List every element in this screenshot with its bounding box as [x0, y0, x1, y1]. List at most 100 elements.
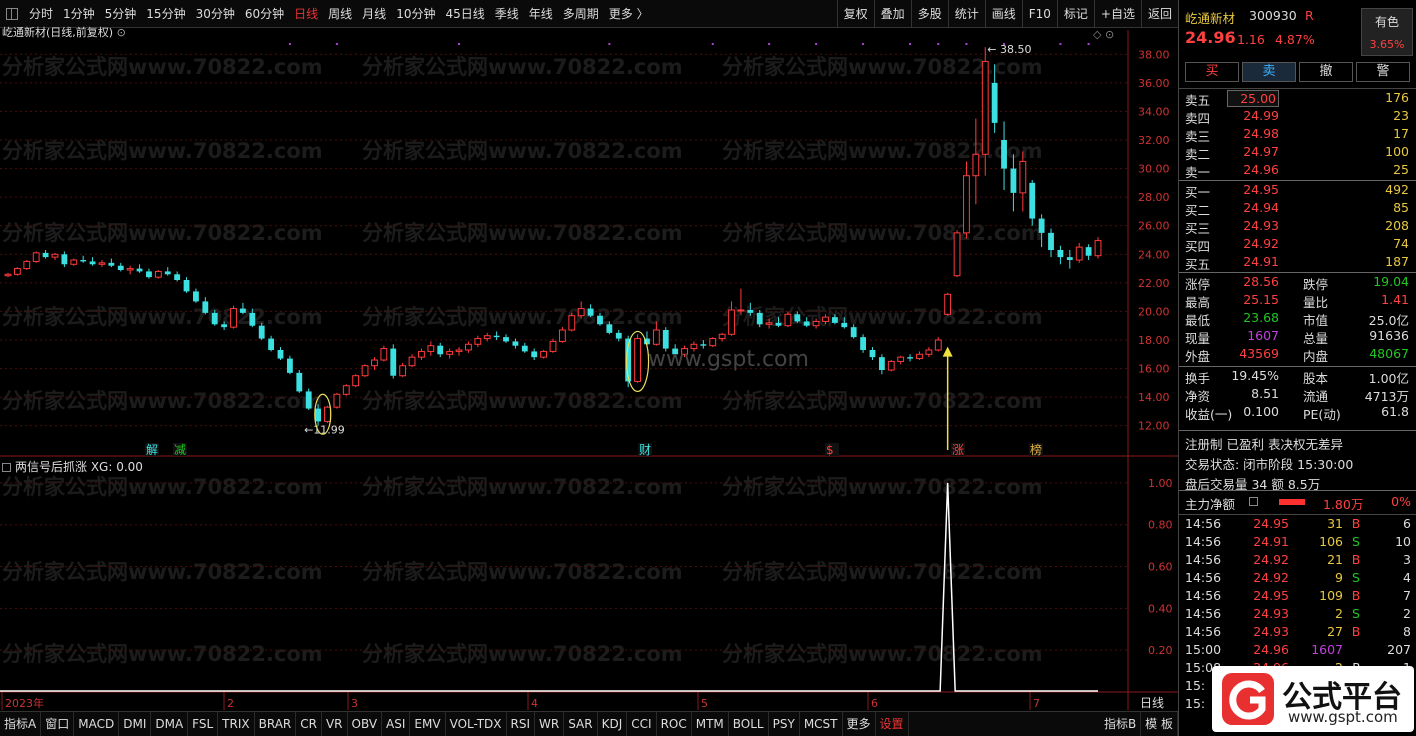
- stat-label: 跌停: [1303, 277, 1329, 292]
- stat-value: 43569: [1239, 346, 1279, 361]
- indicator-tab-3[interactable]: DMI: [119, 711, 152, 736]
- indicator-tab-6[interactable]: TRIX: [218, 711, 255, 736]
- stat-value: 48067: [1369, 346, 1409, 361]
- tick-time: 14:56: [1185, 624, 1222, 639]
- candle-body: [126, 268, 134, 271]
- bid-price: 24.91: [1243, 254, 1279, 269]
- candle-body: [1019, 160, 1027, 194]
- indicator-title: 两信号后抓涨 XG: 0.00: [2, 458, 143, 475]
- indicator-tab-0[interactable]: 指标A: [0, 711, 42, 736]
- indicator-tab-10[interactable]: OBV: [348, 711, 383, 736]
- watermark-text: 分析家公式网www.70822.com: [362, 560, 683, 584]
- indicator-tab-11[interactable]: ASI: [382, 711, 411, 736]
- stat-label: 最高: [1185, 295, 1211, 310]
- capital-menu-icon[interactable]: [1249, 497, 1258, 506]
- indicator-right-tab-1[interactable]: 模 板: [1141, 711, 1178, 736]
- sector-box[interactable]: 有色 3.65%: [1361, 8, 1413, 56]
- trade-button-2[interactable]: 撤: [1299, 62, 1353, 82]
- stat-value: 91636: [1369, 328, 1409, 343]
- indicator-tab-1[interactable]: 窗口: [41, 711, 75, 736]
- status-note: 注册制 已盈利 表决权无差异: [1185, 437, 1343, 452]
- price-tick-label: 18.00: [1138, 334, 1170, 347]
- candle-body: [634, 338, 641, 382]
- stat-value: 23.68: [1243, 310, 1279, 325]
- watermark-text: 分析家公式网www.70822.com: [2, 55, 323, 79]
- indicator-tab-5[interactable]: FSL: [188, 711, 219, 736]
- quote-row: 涨停 28.56 跌停 19.04: [1179, 274, 1416, 292]
- indicator-tab-15[interactable]: WR: [535, 711, 565, 736]
- candle-body: [521, 345, 528, 352]
- quote-row: 买四 24.92 74: [1179, 236, 1416, 254]
- candle-body: [42, 252, 49, 258]
- tick-time: 14:56: [1185, 606, 1222, 621]
- stat-label: 市值: [1303, 313, 1329, 328]
- bid-label: 买一: [1185, 185, 1211, 200]
- tick-count: 8: [1403, 624, 1411, 639]
- capital-value: 1.80万: [1323, 497, 1364, 512]
- indicator-tab-14[interactable]: RSI: [507, 711, 536, 736]
- divider: [1179, 180, 1416, 181]
- bid-volume: 187: [1385, 254, 1409, 269]
- trade-button-3[interactable]: 警: [1356, 62, 1410, 82]
- signal-dot: [815, 43, 818, 45]
- candle-body: [737, 309, 745, 312]
- candle-body: [1029, 182, 1036, 219]
- indicator-tab-19[interactable]: ROC: [657, 711, 692, 736]
- trade-button-0[interactable]: 买: [1185, 62, 1239, 82]
- indicator-tick-label: 0.20: [1148, 644, 1173, 657]
- indicator-toggle-icon[interactable]: [2, 463, 11, 472]
- indicator-tab-20[interactable]: MTM: [692, 711, 729, 736]
- candle-body: [446, 350, 454, 355]
- tick-count: 10: [1395, 534, 1411, 549]
- stat-value: 0.100: [1243, 404, 1279, 419]
- quote-row: 主力净额 1.80万 0%: [1179, 494, 1416, 512]
- indicator-tick-label: 0.60: [1148, 561, 1173, 574]
- indicator-tab-24[interactable]: 更多: [843, 711, 876, 736]
- quote-row: 14:56 24.92 9 S 4: [1179, 570, 1416, 588]
- capital-label: 主力净额: [1185, 497, 1236, 512]
- indicator-tab-4[interactable]: DMA: [151, 711, 189, 736]
- indicator-tab-7[interactable]: BRAR: [255, 711, 297, 736]
- indicator-title-text: 两信号后抓涨 XG: 0.00: [15, 460, 143, 474]
- indicator-tab-18[interactable]: CCI: [627, 711, 657, 736]
- candle-body: [230, 308, 237, 328]
- quote-row: 14:56 24.92 21 B 3: [1179, 552, 1416, 570]
- indicator-tab-25[interactable]: 设置: [876, 711, 909, 736]
- tick-time: 15:: [1185, 678, 1206, 693]
- candle-body: [1085, 247, 1092, 256]
- indicator-tab-16[interactable]: SAR: [564, 711, 598, 736]
- indicator-tab-12[interactable]: EMV: [410, 711, 446, 736]
- stat-value: 1.41: [1381, 292, 1409, 307]
- candle-body: [221, 324, 228, 328]
- indicator-tab-2[interactable]: MACD: [74, 711, 120, 736]
- candle-body: [1001, 140, 1007, 169]
- candle-body: [606, 324, 613, 333]
- indicator-tab-23[interactable]: MCST: [800, 711, 843, 736]
- bid-label: 买四: [1185, 239, 1211, 254]
- capital-bar: [1279, 499, 1305, 505]
- tick-count: 4: [1403, 570, 1411, 585]
- price-tick-label: 34.00: [1138, 105, 1170, 118]
- trade-button-1[interactable]: 卖: [1242, 62, 1296, 82]
- indicator-right-tab-0[interactable]: 指标B: [1100, 711, 1142, 736]
- indicator-tab-9[interactable]: VR: [322, 711, 348, 736]
- quote-row: 最低 23.68 市值 25.0亿: [1179, 310, 1416, 328]
- candle-body: [324, 406, 331, 422]
- candle-body: [51, 253, 59, 258]
- event-marker: 榜: [1030, 442, 1042, 457]
- indicator-tab-8[interactable]: CR: [296, 711, 322, 736]
- tick-side: B: [1351, 588, 1361, 603]
- ask-volume: 17: [1393, 126, 1409, 141]
- watermark-text: 分析家公式网www.70822.com: [362, 305, 683, 329]
- indicator-tab-22[interactable]: PSY: [769, 711, 800, 736]
- indicator-tab-21[interactable]: BOLL: [729, 711, 769, 736]
- indicator-tick-label: 0.80: [1148, 519, 1173, 532]
- ask-label: 卖一: [1185, 165, 1211, 180]
- indicator-tab-13[interactable]: VOL-TDX: [446, 711, 507, 736]
- quote-row: 买二 24.94 85: [1179, 200, 1416, 218]
- time-label: 7: [1033, 697, 1040, 710]
- low-label: ←11.99: [304, 424, 345, 437]
- indicator-tab-17[interactable]: KDJ: [598, 711, 628, 736]
- tick-time: 14:56: [1185, 552, 1222, 567]
- candle-body: [540, 350, 548, 358]
